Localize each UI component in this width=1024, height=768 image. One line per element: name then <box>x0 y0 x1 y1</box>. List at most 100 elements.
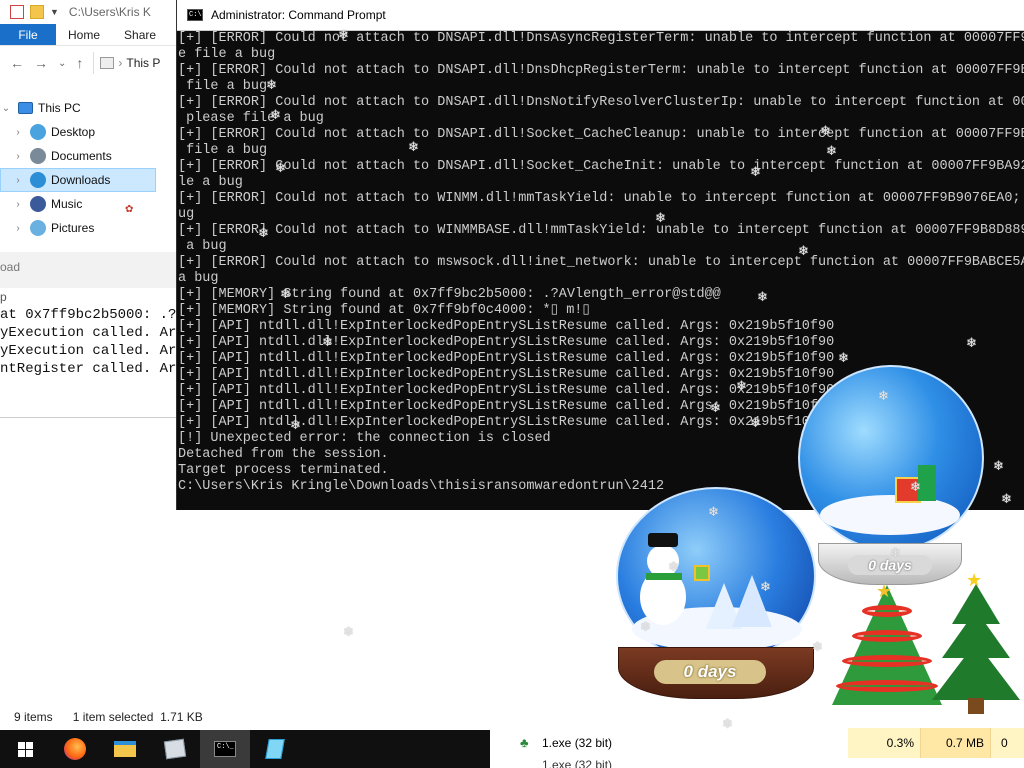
file-explorer-taskbar-button[interactable] <box>100 730 150 768</box>
star-icon: ★ <box>876 581 893 601</box>
forward-arrow-icon[interactable]: → <box>34 55 48 71</box>
computer-icon <box>18 102 33 114</box>
table-row[interactable]: 1.exe (32 bit) <box>490 758 1024 768</box>
process-icon: ♣ <box>520 735 529 750</box>
tab-file[interactable]: File <box>0 24 56 45</box>
collapsed-chevron-icon[interactable]: › <box>12 223 24 234</box>
snowflake-icon: ❄ <box>668 559 679 574</box>
snip-icon <box>265 739 285 759</box>
console-line: please file a bug <box>178 111 324 126</box>
console-line: [+] [ERROR] Could not attach to DNSAPI.d… <box>178 127 1024 142</box>
sidebar-item-documents[interactable]: › Documents <box>0 144 178 168</box>
snowflake-icon: ❄ <box>290 417 301 432</box>
console-line: a bug <box>178 271 219 286</box>
fragment-header: oad <box>0 252 176 288</box>
properties-icon[interactable] <box>10 5 24 19</box>
snowflake-icon: ❄ <box>910 479 921 494</box>
garland-ring <box>836 680 938 692</box>
up-arrow-icon[interactable]: ↑ <box>76 55 83 71</box>
command-prompt-taskbar-button[interactable]: C:\_ <box>200 730 250 768</box>
snowflake-icon: ❄ <box>890 545 901 560</box>
collapsed-chevron-icon[interactable]: › <box>12 199 24 210</box>
cmd-window-title: Administrator: Command Prompt <box>211 8 386 22</box>
windows-logo-icon <box>17 741 33 757</box>
mistletoe-cursor-icon: ✿ <box>125 204 134 215</box>
explorer-titlebar: ▼ C:\Users\Kris K <box>0 0 178 24</box>
explorer-navigation-bar: ← → ⌄ ↑ › This P <box>0 48 178 78</box>
photos-taskbar-button[interactable] <box>150 730 200 768</box>
explorer-title-path: C:\Users\Kris K <box>68 5 151 19</box>
customize-quick-access-chevron-icon[interactable]: ▼ <box>50 7 59 17</box>
tree-trunk <box>968 698 984 714</box>
table-row[interactable]: ♣ 1.exe (32 bit) 0.3% 0.7 MB 0 <box>490 728 1024 758</box>
firefox-icon <box>64 738 86 760</box>
collapsed-chevron-icon[interactable]: › <box>12 127 24 138</box>
snowflake-icon: ❄ <box>826 143 837 158</box>
recent-locations-chevron-icon[interactable]: ⌄ <box>58 58 66 69</box>
snipping-tool-taskbar-button[interactable] <box>250 730 300 768</box>
cmd-icon: C:\_ <box>214 741 236 757</box>
top-hat-icon <box>648 533 678 547</box>
console-line: [+] [API] ntdll.dll!ExpInterlockedPopEnt… <box>178 335 835 350</box>
console-line: [+] [ERROR] Could not attach to WINMMBAS… <box>178 223 1024 238</box>
tree-tier <box>932 642 1020 700</box>
tab-share[interactable]: Share <box>112 24 168 45</box>
tab-home[interactable]: Home <box>56 24 112 45</box>
snowflake-icon: ❄ <box>750 164 761 179</box>
sidebar-item-desktop[interactable]: › Desktop <box>0 120 178 144</box>
console-line: [+] [ERROR] Could not attach to WINMM.dl… <box>178 191 1024 206</box>
console-line: ug <box>178 207 195 222</box>
console-line: file a bug <box>178 143 268 158</box>
sidebar-item-label: Desktop <box>51 125 96 139</box>
pictures-icon <box>30 220 46 236</box>
start-button[interactable] <box>0 730 50 768</box>
sidebar-item-label: Music <box>51 197 83 211</box>
sidebar-item-pictures[interactable]: › Pictures <box>0 216 178 240</box>
snowflake-icon: ❄ <box>798 243 809 258</box>
snowflake-icon: ❄ <box>408 139 419 154</box>
snowflake-icon: ❄ <box>966 335 977 350</box>
explorer-ribbon-tabs: File Home Share <box>0 24 178 46</box>
sidebar-item-label: Downloads <box>51 173 111 187</box>
garland-ring <box>852 630 922 642</box>
taskbar: C:\_ <box>0 730 490 768</box>
console-line: file a bug <box>178 79 268 94</box>
garland-ring <box>862 605 912 617</box>
globe-snowbed <box>820 495 960 535</box>
snowflake-icon: ❄ <box>838 350 849 365</box>
explorer-status-bar: 9 items 1 item selected 1.71 KB <box>0 706 203 728</box>
collapsed-chevron-icon[interactable]: › <box>12 175 24 186</box>
status-selection: 1 item selected 1.71 KB <box>72 710 203 724</box>
sidebar-item-downloads[interactable]: › Downloads <box>0 168 156 192</box>
new-folder-icon[interactable] <box>30 5 44 19</box>
sidebar-item-label: This PC <box>38 101 81 115</box>
address-crumb-this-pc[interactable]: This P <box>126 56 160 70</box>
sidebar-item-music[interactable]: › Music <box>0 192 178 216</box>
snowflake-icon: ❄ <box>343 624 354 639</box>
sidebar-item-label: Documents <box>51 149 112 163</box>
console-line: e file a bug <box>178 47 276 62</box>
console-line: [+] [ERROR] Could not attach to DNSAPI.d… <box>178 63 1024 78</box>
back-arrow-icon[interactable]: ← <box>10 55 24 71</box>
collapsed-chevron-icon[interactable]: › <box>12 151 24 162</box>
photos-icon <box>163 738 187 760</box>
address-bar[interactable]: › This P <box>93 52 160 74</box>
snowflake-icon: ❄ <box>820 123 831 138</box>
cmd-titlebar[interactable]: C:\ Administrator: Command Prompt <box>177 0 1024 31</box>
gift-icon <box>694 565 710 581</box>
firefox-taskbar-button[interactable] <box>50 730 100 768</box>
snowflake-icon: ❄ <box>322 334 333 349</box>
console-line: [+] [ERROR] Could not attach to mswsock.… <box>178 255 1024 270</box>
snowflake-icon: ❄ <box>878 388 889 403</box>
snowflake-icon: ❄ <box>736 378 747 393</box>
console-line: [+] [MEMORY] String found at 0x7ff9bc2b5… <box>178 287 721 302</box>
globe-days-plaque: 0 days <box>654 660 766 684</box>
snowflake-icon: ❄ <box>993 458 1004 473</box>
sidebar-item-label: Pictures <box>51 221 95 235</box>
address-chevron-icon: › <box>118 56 123 70</box>
sidebar-item-this-pc[interactable]: ⌄ This PC <box>0 96 178 120</box>
expanded-chevron-icon[interactable]: ⌄ <box>0 103 12 114</box>
snowflake-icon: ❄ <box>338 27 349 42</box>
desktop-icon <box>30 124 46 140</box>
snowflake-icon: ❄ <box>275 160 286 175</box>
